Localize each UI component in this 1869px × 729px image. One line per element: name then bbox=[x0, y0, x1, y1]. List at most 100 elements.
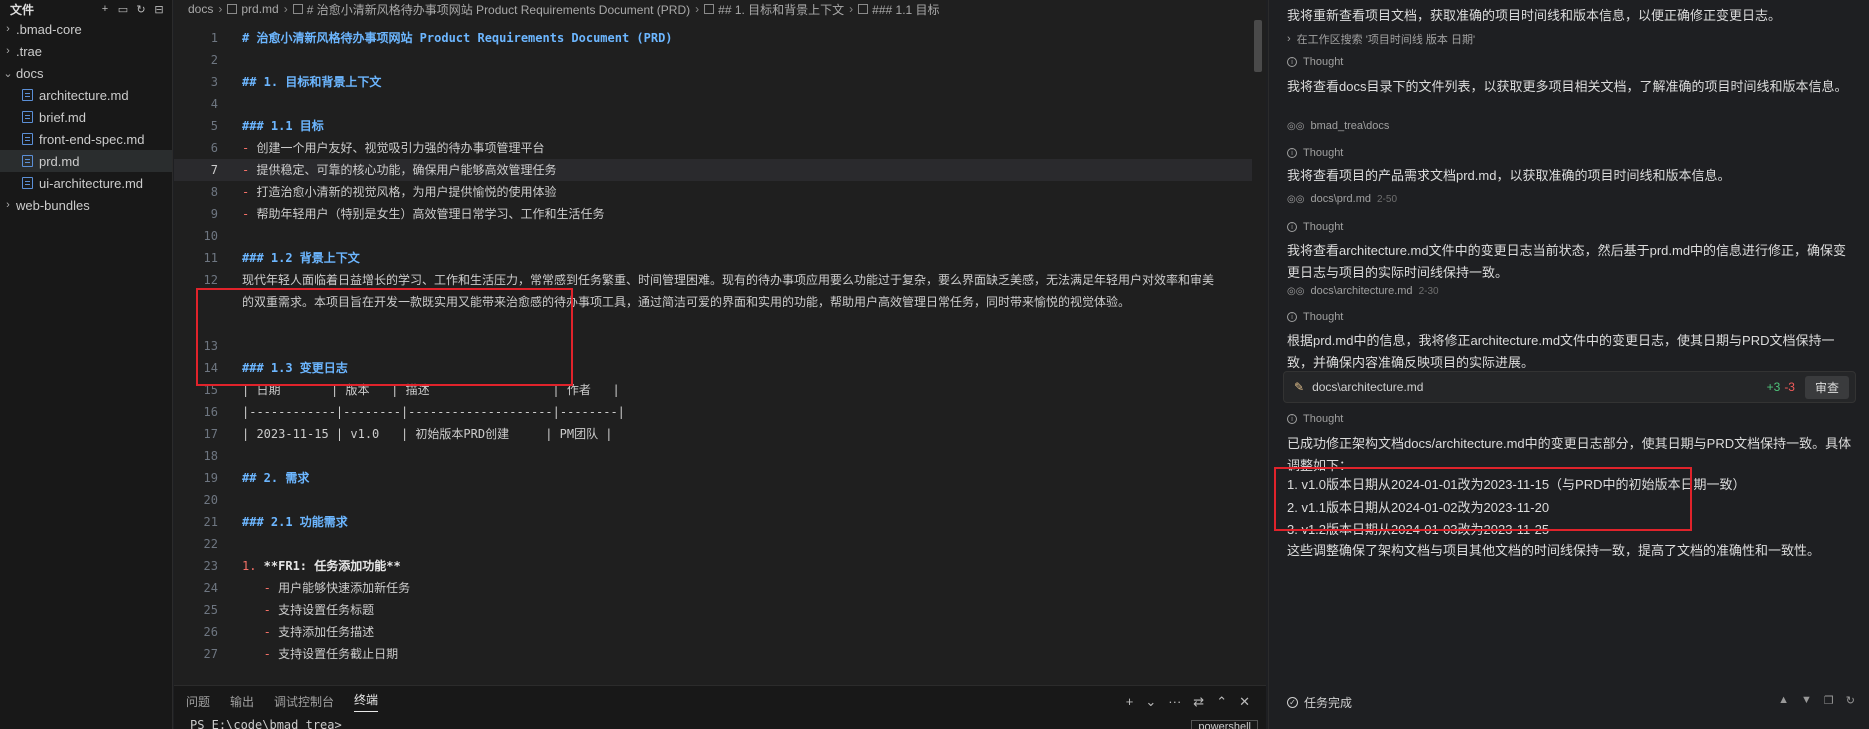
code-line[interactable]: 6- 创建一个用户友好、视觉吸引力强的待办事项管理平台 bbox=[174, 137, 1252, 159]
code-line[interactable]: 1 # 治愈小清新风格待办事项网站 Product Requirements Do… bbox=[174, 27, 1252, 49]
tree-file[interactable]: front-end-spec.md bbox=[0, 128, 172, 150]
md-file-icon bbox=[227, 4, 238, 14]
chat-message: 我将重新查看项目文档，获取准确的项目时间线和版本信息，以便正确修正变更日志。 bbox=[1287, 8, 1782, 23]
tree-file[interactable]: architecture.md bbox=[0, 84, 172, 106]
thought-toggle[interactable]: i Thought bbox=[1287, 311, 1343, 323]
code-line[interactable]: 22 bbox=[174, 533, 1252, 555]
task-complete-status: ✓ 任务完成 bbox=[1287, 694, 1352, 711]
view-step[interactable]: ◎◎ docs\prd.md 2-50 bbox=[1287, 193, 1397, 205]
thought-toggle[interactable]: i Thought bbox=[1287, 221, 1343, 233]
new-folder-icon[interactable]: ▭ bbox=[116, 2, 130, 16]
tab-problems[interactable]: 问题 bbox=[186, 693, 210, 710]
chevron-right-icon: › bbox=[6, 23, 10, 35]
view-step[interactable]: ◎◎ bmad_trea\docs bbox=[1287, 120, 1389, 132]
thought-toggle[interactable]: i Thought bbox=[1287, 413, 1343, 425]
edited-file-card[interactable]: ✎ docs\architecture.md +3 -3 审查 bbox=[1283, 371, 1856, 403]
tree-file[interactable]: ui-architecture.md bbox=[0, 172, 172, 194]
code-line[interactable]: 8- 打造治愈小清新的视觉风格，为用户提供愉悦的使用体验 bbox=[174, 181, 1252, 203]
code-line[interactable]: 27 - 支持设置任务截止日期 bbox=[174, 643, 1252, 665]
search-step[interactable]: › 在工作区搜索 '项目时间线 版本 日期' bbox=[1287, 31, 1475, 47]
line-number: 23 bbox=[203, 559, 218, 573]
code-line[interactable]: 23 1. **FR1: 任务添加功能** bbox=[174, 555, 1252, 577]
tab-terminal[interactable]: 终端 bbox=[354, 691, 379, 712]
line-number: 24 bbox=[203, 581, 218, 595]
breadcrumb-h2[interactable]: ## 1. 目标和背景上下文 bbox=[718, 1, 844, 18]
code-line[interactable]: 2 bbox=[174, 49, 1252, 71]
maximize-icon[interactable]: ⌃ bbox=[1216, 694, 1227, 710]
edit-file-icon: ✎ bbox=[1294, 380, 1305, 394]
breadcrumb-file[interactable]: prd.md bbox=[241, 2, 278, 16]
code-line[interactable]: 19 ## 2. 需求 bbox=[174, 467, 1252, 489]
breadcrumb-docs[interactable]: docs bbox=[188, 2, 213, 16]
thought-toggle[interactable]: i Thought bbox=[1287, 56, 1343, 68]
shell-badge[interactable]: powershell bbox=[1191, 720, 1258, 729]
line-number: 27 bbox=[203, 647, 218, 661]
close-icon[interactable]: ✕ bbox=[1239, 694, 1250, 710]
tree-folder[interactable]: ⌄ docs bbox=[0, 62, 172, 84]
line-text: ### 1.1 目标 bbox=[242, 119, 324, 133]
split-icon[interactable]: ⇄ bbox=[1193, 694, 1204, 710]
collapse-all-icon[interactable]: ⊟ bbox=[152, 2, 166, 16]
more-icon[interactable]: ··· bbox=[1168, 694, 1181, 710]
breadcrumb-h1[interactable]: # 治愈小清新风格待办事项网站 Product Requirements Doc… bbox=[307, 1, 690, 18]
code-line[interactable]: 26 - 支持添加任务描述 bbox=[174, 621, 1252, 643]
line-text: **FR1: 任务添加功能** bbox=[256, 559, 401, 573]
line-content: ## 1. 目标和背景上下文 bbox=[218, 71, 381, 93]
chat-message: 我将查看docs目录下的文件列表，以获取更多项目相关文档，了解准确的项目时间线和… bbox=[1287, 79, 1848, 94]
tab-output[interactable]: 输出 bbox=[230, 693, 254, 710]
view-step[interactable]: ◎◎ docs\architecture.md 2-30 bbox=[1287, 285, 1439, 297]
tree-file[interactable]: prd.md bbox=[0, 150, 172, 172]
code-line[interactable]: 21 ### 2.1 功能需求 bbox=[174, 511, 1252, 533]
code-line[interactable]: 16 |------------|--------|---------------… bbox=[174, 401, 1252, 423]
tree-item-label: prd.md bbox=[39, 153, 80, 169]
line-content: | 2023-11-15 | v1.0 | 初始版本PRD创建 | PM团队 | bbox=[218, 423, 613, 445]
copy-icon[interactable]: ❐ bbox=[1824, 694, 1834, 707]
code-line[interactable]: 4 bbox=[174, 93, 1252, 115]
thumbs-down-icon[interactable]: ▼ bbox=[1801, 694, 1812, 707]
line-content: ### 1.1 目标 bbox=[218, 115, 324, 137]
line-text: 帮助年轻用户（特别是女生）高效管理日常学习、工作和生活任务 bbox=[249, 207, 605, 221]
editor-scrollbar[interactable] bbox=[1254, 20, 1262, 72]
line-content: 1. **FR1: 任务添加功能** bbox=[218, 555, 401, 577]
review-button[interactable]: 审查 bbox=[1804, 375, 1849, 399]
code-line[interactable]: 7- 提供稳定、可靠的核心功能，确保用户能够高效管理任务 bbox=[174, 159, 1252, 181]
code-line[interactable]: 20 bbox=[174, 489, 1252, 511]
tree-folder[interactable]: › .bmad-core bbox=[0, 18, 172, 40]
new-file-icon[interactable]: + bbox=[98, 2, 112, 16]
line-text: ## 1. 目标和背景上下文 bbox=[242, 75, 382, 89]
code-line[interactable]: 5 ### 1.1 目标 bbox=[174, 115, 1252, 137]
line-number: 10 bbox=[203, 229, 218, 243]
thumbs-up-icon[interactable]: ▲ bbox=[1778, 694, 1789, 707]
code-line[interactable]: 10 bbox=[174, 225, 1252, 247]
line-text: 提供稳定、可靠的核心功能，确保用户能够高效管理任务 bbox=[249, 163, 557, 177]
refresh-icon[interactable]: ↻ bbox=[134, 2, 148, 16]
editor: docs › prd.md › # 治愈小清新风格待办事项网站 Product … bbox=[174, 0, 1266, 685]
code-line[interactable]: 11 ### 1.2 背景上下文 bbox=[174, 247, 1252, 269]
code-line[interactable]: 3 ## 1. 目标和背景上下文 bbox=[174, 71, 1252, 93]
breadcrumb-h3[interactable]: ### 1.1 目标 bbox=[872, 1, 939, 18]
thought-toggle[interactable]: i Thought bbox=[1287, 147, 1343, 159]
line-content: - 打造治愈小清新的视觉风格，为用户提供愉悦的使用体验 bbox=[218, 181, 556, 203]
line-content bbox=[218, 49, 242, 71]
tab-debug-console[interactable]: 调试控制台 bbox=[274, 693, 334, 710]
line-text: 支持添加任务描述 bbox=[270, 625, 375, 639]
line-content: - 提供稳定、可靠的核心功能，确保用户能够高效管理任务 bbox=[218, 159, 556, 181]
list-marker: - bbox=[242, 603, 271, 617]
tree-folder[interactable]: › web-bundles bbox=[0, 194, 172, 216]
glasses-icon: ◎◎ bbox=[1287, 120, 1305, 132]
changes-highlight-box bbox=[1274, 467, 1692, 531]
code-line[interactable]: 17 | 2023-11-15 | v1.0 | 初始版本PRD创建 | PM团队… bbox=[174, 423, 1252, 445]
tree-file[interactable]: brief.md bbox=[0, 106, 172, 128]
glasses-icon: ◎◎ bbox=[1287, 285, 1305, 297]
terminal-prompt[interactable]: PS E:\code\bmad_trea> bbox=[190, 718, 342, 729]
markdown-file-icon bbox=[22, 133, 33, 145]
new-terminal-icon[interactable]: + bbox=[1126, 694, 1134, 710]
tree-folder[interactable]: › .trae bbox=[0, 40, 172, 62]
chevron-down-icon[interactable]: ⌄ bbox=[1145, 694, 1156, 710]
line-text: 支持设置任务截止日期 bbox=[270, 647, 399, 661]
code-line[interactable]: 18 bbox=[174, 445, 1252, 467]
code-line[interactable]: 25 - 支持设置任务标题 bbox=[174, 599, 1252, 621]
retry-icon[interactable]: ↻ bbox=[1846, 694, 1855, 707]
code-line[interactable]: 24 - 用户能够快速添加新任务 bbox=[174, 577, 1252, 599]
code-line[interactable]: 9- 帮助年轻用户（特别是女生）高效管理日常学习、工作和生活任务 bbox=[174, 203, 1252, 225]
